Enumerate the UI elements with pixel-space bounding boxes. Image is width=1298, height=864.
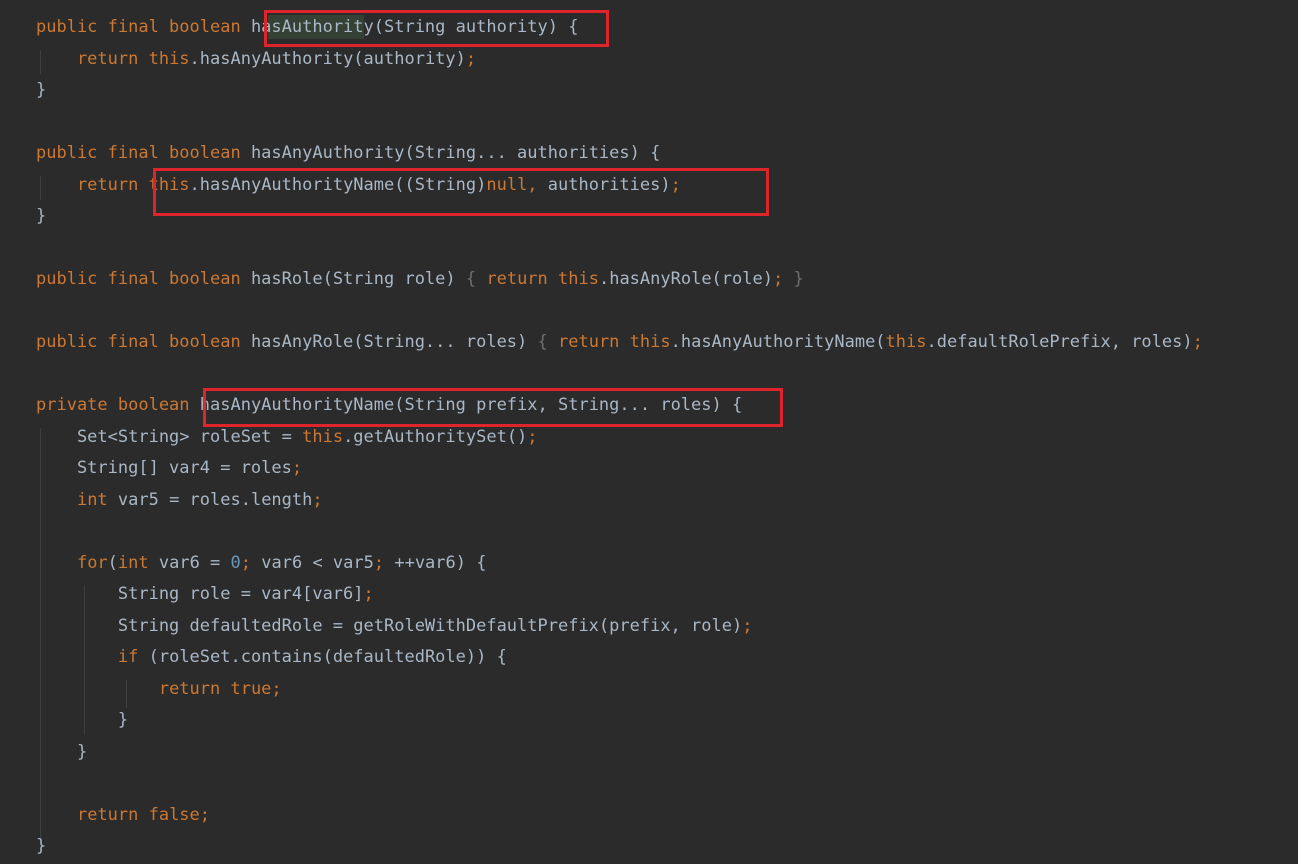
code-token: var6 < var5 bbox=[261, 552, 374, 573]
code-token: public final boolean bbox=[36, 269, 251, 289]
code-token: return bbox=[486, 269, 559, 289]
code-line[interactable]: } bbox=[36, 737, 1203, 769]
code-line[interactable]: public final boolean hasAuthority(String… bbox=[36, 12, 1203, 44]
code-token: private boolean bbox=[36, 395, 200, 415]
code-token: public final boolean bbox=[36, 143, 251, 163]
code-token: ; bbox=[742, 615, 753, 636]
code-token: { bbox=[537, 332, 558, 352]
code-line[interactable]: public final boolean hasRole(String role… bbox=[36, 264, 1203, 296]
code-token: .hasAnyRole(role) bbox=[598, 269, 773, 289]
code-token: ; bbox=[312, 489, 323, 510]
code-token: public final boolean bbox=[36, 332, 251, 352]
code-token: 0 bbox=[230, 552, 241, 573]
code-line[interactable] bbox=[36, 296, 1203, 328]
code-token: ( bbox=[107, 552, 118, 573]
code-token: this bbox=[148, 48, 190, 69]
code-token: ; bbox=[772, 269, 794, 289]
code-line[interactable]: return this.hasAnyAuthority(authority); bbox=[36, 44, 1203, 76]
code-line[interactable] bbox=[36, 359, 1203, 391]
code-token: } bbox=[36, 836, 47, 856]
code-line[interactable]: String defaultedRole = getRoleWithDefaul… bbox=[36, 611, 1203, 643]
code-token: ; bbox=[291, 458, 303, 478]
code-token: ++var6) { bbox=[394, 552, 487, 573]
code-token: var6 = bbox=[158, 552, 231, 573]
code-token: ; bbox=[363, 584, 374, 604]
code-token: this bbox=[885, 332, 927, 352]
code-editor[interactable]: public final boolean hasAuthority(String… bbox=[0, 0, 1298, 864]
code-token: ; bbox=[271, 678, 282, 699]
code-token: return false bbox=[76, 804, 200, 825]
code-line[interactable]: int var5 = roles.length; bbox=[36, 485, 1203, 517]
code-token: for bbox=[76, 552, 108, 573]
code-line[interactable]: public final boolean hasAnyRole(String..… bbox=[36, 327, 1203, 359]
code-token: hasAnyRole(String... roles) bbox=[250, 332, 538, 352]
code-line[interactable]: } bbox=[36, 705, 1203, 737]
code-line[interactable] bbox=[36, 233, 1203, 265]
code-token: } bbox=[793, 269, 804, 289]
code-line[interactable] bbox=[36, 516, 1203, 548]
highlight-box-hasAuthority bbox=[264, 10, 609, 47]
code-token: return bbox=[36, 48, 149, 69]
code-token: hasAnyAuthority(String... authorities) { bbox=[250, 143, 661, 163]
code-token: String defaultedRole = getRoleWithDefaul… bbox=[36, 615, 743, 636]
code-token: Set<String> roleSet = bbox=[36, 426, 303, 447]
code-token: .getAuthoritySet() bbox=[343, 426, 528, 447]
highlight-box-hasAnyAuthorityName-decl bbox=[203, 388, 783, 427]
code-token: } bbox=[36, 710, 129, 730]
code-token: return bbox=[36, 174, 149, 195]
code-token: ; bbox=[1192, 332, 1203, 352]
code-token: ; bbox=[240, 552, 262, 573]
code-token: String role = var4[var6] bbox=[36, 584, 364, 604]
code-line[interactable]: if (roleSet.contains(defaultedRole)) { bbox=[36, 642, 1203, 674]
code-line[interactable]: String[] var4 = roles; bbox=[36, 453, 1203, 485]
code-token: ; bbox=[199, 804, 211, 825]
code-token: this bbox=[302, 426, 344, 447]
code-token: public final boolean bbox=[36, 17, 251, 37]
code-text[interactable]: public final boolean hasAuthority(String… bbox=[36, 12, 1203, 863]
code-token: return true bbox=[158, 678, 272, 699]
code-token: return bbox=[558, 332, 630, 352]
code-token: } bbox=[36, 80, 47, 100]
code-token: .hasAnyAuthority(authority) bbox=[189, 48, 466, 69]
code-token: int bbox=[117, 552, 159, 573]
code-token: .defaultRolePrefix, roles) bbox=[926, 332, 1193, 352]
code-line[interactable]: } bbox=[36, 75, 1203, 107]
code-line[interactable]: for(int var6 = 0; var6 < var5; ++var6) { bbox=[36, 548, 1203, 580]
code-line[interactable]: return true; bbox=[36, 674, 1203, 706]
code-line[interactable]: return false; bbox=[36, 800, 1203, 832]
code-token: ; bbox=[527, 426, 538, 447]
code-line[interactable]: } bbox=[36, 831, 1203, 863]
code-token: this bbox=[558, 269, 599, 289]
code-token: ; bbox=[373, 552, 395, 573]
code-token: int bbox=[76, 489, 118, 510]
code-line[interactable]: String role = var4[var6]; bbox=[36, 579, 1203, 611]
code-token: } bbox=[36, 741, 88, 762]
code-line[interactable] bbox=[36, 107, 1203, 139]
code-token: this bbox=[629, 332, 671, 352]
code-line[interactable] bbox=[36, 768, 1203, 800]
code-token: var5 = roles.length bbox=[117, 489, 313, 510]
code-line[interactable]: public final boolean hasAnyAuthority(Str… bbox=[36, 138, 1203, 170]
code-token: String[] var4 = roles bbox=[36, 458, 292, 478]
code-token: { bbox=[465, 269, 487, 289]
code-token: hasRole(String role) bbox=[250, 269, 466, 289]
code-token: ; bbox=[465, 48, 477, 69]
code-token: .hasAnyAuthorityName( bbox=[670, 332, 886, 352]
highlight-box-hasAnyAuthorityName-call bbox=[153, 168, 769, 216]
code-token: if bbox=[117, 647, 149, 667]
code-token: } bbox=[36, 206, 47, 226]
code-token: (roleSet.contains(defaultedRole)) { bbox=[148, 647, 507, 667]
